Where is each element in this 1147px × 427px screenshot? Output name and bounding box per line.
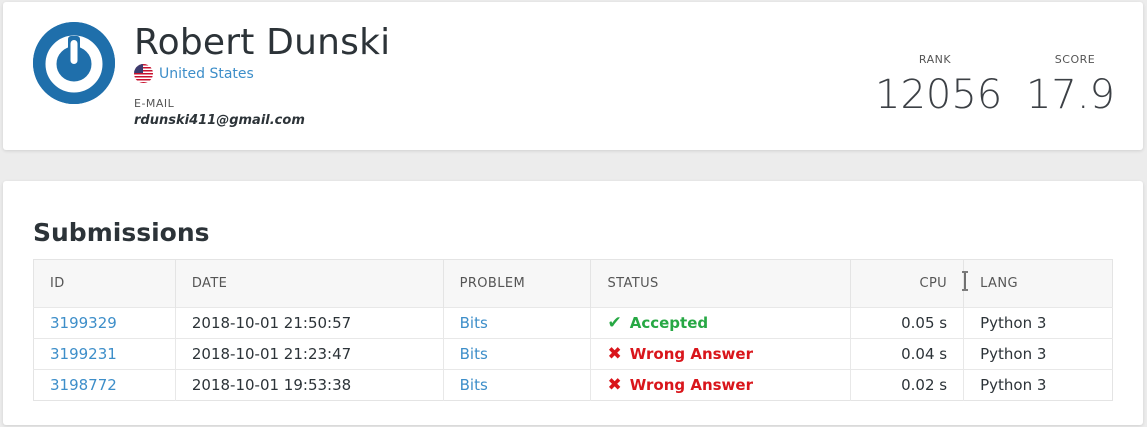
problem-link[interactable]: Bits — [460, 376, 488, 394]
email-value: rdunski411@gmail.com — [134, 113, 305, 128]
column-header-problem[interactable]: PROBLEM — [442, 259, 591, 308]
section-title: Submissions — [33, 218, 210, 247]
submissions-card: Submissions ID DATE PROBLEM STATUS CPU L… — [3, 181, 1143, 425]
status-accepted: ✔ Accepted — [607, 314, 708, 332]
avatar — [33, 22, 115, 104]
email-label: E-MAIL — [134, 97, 175, 110]
language: Python 3 — [963, 369, 1113, 401]
cpu-time: 0.05 s — [850, 307, 964, 339]
language: Python 3 — [963, 338, 1113, 370]
country-link[interactable]: United States — [159, 66, 254, 82]
us-flag-icon — [134, 64, 153, 83]
status-wrong-answer: ✖ Wrong Answer — [607, 376, 753, 394]
status-text: Wrong Answer — [629, 376, 753, 395]
status-text: Wrong Answer — [629, 345, 753, 364]
submissions-table: ID DATE PROBLEM STATUS CPU LANG 3199329 … — [33, 259, 1113, 401]
country[interactable]: United States — [134, 64, 254, 83]
profile-card: Robert Dunski United States E-MAIL rduns… — [3, 2, 1143, 150]
score-label: SCORE — [1054, 53, 1096, 66]
column-header-date[interactable]: DATE — [174, 259, 444, 308]
table-row: 3198772 2018-10-01 19:53:38 Bits ✖ Wrong… — [33, 369, 1113, 401]
profile-name: Robert Dunski — [134, 22, 391, 63]
cpu-time: 0.04 s — [850, 338, 964, 370]
problem-link[interactable]: Bits — [460, 314, 488, 332]
submission-id-link[interactable]: 3199329 — [50, 314, 117, 332]
cross-icon: ✖ — [607, 343, 622, 364]
table-row: 3199329 2018-10-01 21:50:57 Bits ✔ Accep… — [33, 307, 1113, 339]
rank-label: RANK — [918, 53, 952, 66]
submission-id-link[interactable]: 3198772 — [50, 376, 117, 394]
score-value: 17.9 — [1025, 72, 1115, 118]
problem-link[interactable]: Bits — [460, 345, 488, 363]
column-header-status[interactable]: STATUS — [590, 259, 851, 308]
column-header-lang[interactable]: LANG — [963, 259, 1113, 308]
rank-value: 12056 — [875, 72, 1003, 118]
column-header-id[interactable]: ID — [34, 260, 176, 308]
submission-date: 2018-10-01 21:23:47 — [174, 338, 444, 370]
cpu-time: 0.02 s — [850, 369, 964, 401]
column-header-cpu[interactable]: CPU — [850, 259, 964, 308]
cross-icon: ✖ — [607, 374, 622, 395]
table-row: 3199231 2018-10-01 21:23:47 Bits ✖ Wrong… — [33, 338, 1113, 370]
status-wrong-answer: ✖ Wrong Answer — [607, 345, 753, 363]
status-text: Accepted — [629, 314, 709, 333]
table-header-row: ID DATE PROBLEM STATUS CPU LANG — [33, 259, 1113, 308]
avatar-logo-icon — [33, 22, 115, 104]
check-icon: ✔ — [607, 312, 622, 333]
submission-date: 2018-10-01 19:53:38 — [174, 369, 444, 401]
submission-date: 2018-10-01 21:50:57 — [174, 307, 444, 339]
language: Python 3 — [963, 307, 1113, 339]
submission-id-link[interactable]: 3199231 — [50, 345, 117, 363]
text-cursor-icon — [962, 271, 968, 291]
